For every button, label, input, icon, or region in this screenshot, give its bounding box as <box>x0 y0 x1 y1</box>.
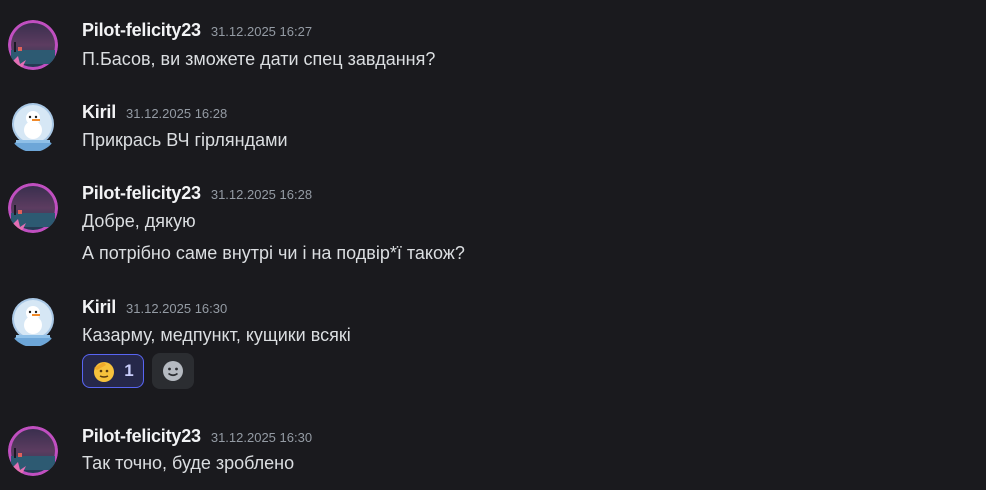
message-text: Добре, дякую <box>82 211 196 231</box>
message-author[interactable]: Pilot-felicity23 <box>82 20 201 41</box>
user-avatar[interactable] <box>8 183 58 233</box>
reaction-count: 1 <box>124 361 134 380</box>
user-avatar[interactable] <box>8 426 58 476</box>
add-reaction-button[interactable] <box>152 353 194 389</box>
message-author[interactable]: Pilot-felicity23 <box>82 183 201 204</box>
message-timestamp: 31.12.2025 16:28 <box>126 106 228 121</box>
sunset-pixel-avatar-icon <box>8 183 58 233</box>
user-avatar[interactable] <box>8 102 58 152</box>
message-text: Так точно, буде зроблено <box>82 453 295 473</box>
snowglobe-avatar-icon <box>12 298 54 346</box>
user-avatar[interactable] <box>8 20 58 70</box>
message-timestamp: 31.12.2025 16:30 <box>210 430 313 445</box>
message-author[interactable]: Pilot-felicity23 <box>82 426 201 447</box>
message-timestamp: 31.12.2025 16:27 <box>210 24 313 39</box>
message-text: Прикрась ВЧ гірляндами <box>82 130 288 150</box>
smiley-face-icon <box>163 361 183 381</box>
message-timestamp: 31.12.2025 16:30 <box>126 301 228 316</box>
sunset-pixel-avatar-icon <box>8 426 58 476</box>
user-avatar[interactable] <box>8 297 58 347</box>
message-timestamp: 31.12.2025 16:28 <box>210 187 313 202</box>
message-text: А потрібно саме внутрі чи і на подвір*ї … <box>82 243 465 263</box>
message-author[interactable]: Kiril <box>82 102 116 123</box>
chat-window: Pilot-felicity23 31.12.2025 16:27 П.Басо… <box>0 0 986 490</box>
message-text: П.Басов, ви зможете дати спец завдання? <box>82 49 436 69</box>
reaction-button[interactable]: 1 <box>82 354 144 388</box>
message-author[interactable]: Kiril <box>82 297 116 318</box>
snowglobe-avatar-icon <box>12 103 54 151</box>
saluting-face-icon <box>94 362 115 382</box>
sunset-pixel-avatar-icon <box>8 20 58 70</box>
message-text: Казарму, медпункт, кущики всякі <box>82 325 351 345</box>
